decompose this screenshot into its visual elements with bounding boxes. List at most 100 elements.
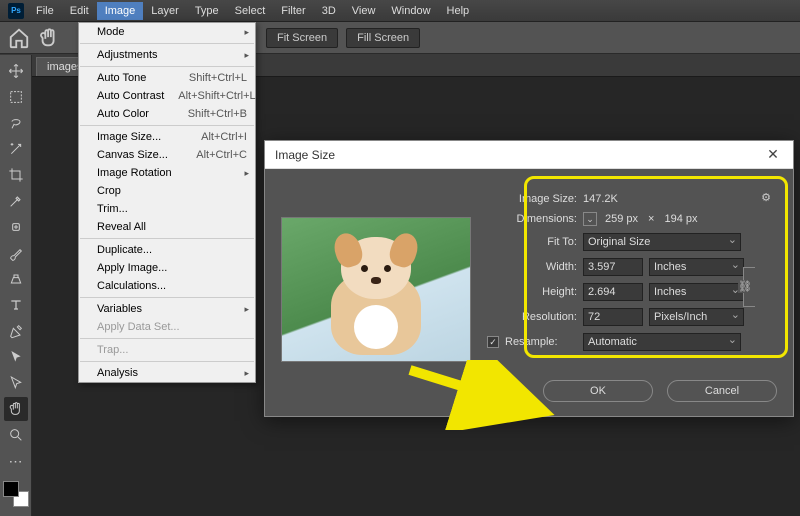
- path-select-tool[interactable]: [4, 345, 28, 369]
- dimensions-width: 259 px: [605, 213, 638, 225]
- menu-separator: [80, 361, 254, 362]
- resample-select[interactable]: Automatic: [583, 333, 741, 351]
- menu-item-auto-tone[interactable]: Auto Tone Shift+Ctrl+L: [79, 69, 255, 87]
- menu-image[interactable]: Image: [97, 2, 144, 20]
- fill-screen-button[interactable]: Fill Screen: [346, 28, 420, 48]
- image-preview: [281, 217, 471, 362]
- menu-item-adjustments[interactable]: Adjustments: [79, 46, 255, 64]
- resolution-label: Resolution:: [487, 311, 577, 323]
- menu-item-auto-contrast[interactable]: Auto ContrastAlt+Shift+Ctrl+L: [79, 87, 255, 105]
- direct-select-tool[interactable]: [4, 371, 28, 395]
- zoom-tool[interactable]: [4, 423, 28, 447]
- menu-item-label: Image Size...: [97, 131, 161, 143]
- brush-tool[interactable]: [4, 241, 28, 265]
- menu-item-shortcut: Shift+Ctrl+L: [175, 72, 247, 84]
- menu-window[interactable]: Window: [383, 2, 438, 20]
- menu-filter[interactable]: Filter: [273, 2, 313, 20]
- menu-item-mode[interactable]: Mode: [79, 23, 255, 41]
- menu-item-crop[interactable]: Crop: [79, 182, 255, 200]
- menu-item-calculations[interactable]: Calculations...: [79, 277, 255, 295]
- menu-item-duplicate[interactable]: Duplicate...: [79, 241, 255, 259]
- close-icon[interactable]: ✕: [763, 146, 783, 163]
- menu-separator: [80, 125, 254, 126]
- menu-select[interactable]: Select: [227, 2, 274, 20]
- menu-item-shortcut: Shift+Ctrl+B: [174, 108, 247, 120]
- dimensions-times: ×: [648, 213, 654, 225]
- menu-item-label: Analysis: [97, 367, 138, 379]
- crop-tool[interactable]: [4, 163, 28, 187]
- cancel-button[interactable]: Cancel: [667, 380, 777, 402]
- width-input[interactable]: [583, 258, 643, 276]
- menu-help[interactable]: Help: [439, 2, 478, 20]
- menu-item-shortcut: Alt+Ctrl+C: [182, 149, 247, 161]
- dialog-title: Image Size: [275, 148, 335, 162]
- menu-item-auto-color[interactable]: Auto ColorShift+Ctrl+B: [79, 105, 255, 123]
- menu-item-label: Mode: [97, 26, 125, 38]
- menu-separator: [80, 43, 254, 44]
- pen-tool[interactable]: [4, 319, 28, 343]
- dimensions-label: Dimensions:: [487, 213, 577, 225]
- menu-item-label: Apply Image...: [97, 262, 167, 274]
- menu-item-label: Variables: [97, 303, 142, 315]
- menu-item-reveal-all[interactable]: Reveal All: [79, 218, 255, 236]
- color-swatches[interactable]: [3, 481, 29, 507]
- menu-separator: [80, 297, 254, 298]
- fit-to-label: Fit To:: [487, 236, 577, 248]
- edit-toolbar[interactable]: ⋯: [4, 449, 28, 473]
- resample-checkbox[interactable]: [487, 336, 499, 348]
- fit-to-select[interactable]: Original Size: [583, 233, 741, 251]
- gear-icon[interactable]: ⚙: [761, 191, 771, 204]
- menu-item-label: Reveal All: [97, 221, 146, 233]
- home-icon[interactable]: [8, 27, 30, 49]
- hand-tool-icon[interactable]: [38, 27, 60, 49]
- fit-screen-button[interactable]: Fit Screen: [266, 28, 338, 48]
- menu-edit[interactable]: Edit: [62, 2, 97, 20]
- clone-stamp-tool[interactable]: [4, 267, 28, 291]
- magic-wand-tool[interactable]: [4, 137, 28, 161]
- foreground-color-swatch[interactable]: [3, 481, 19, 497]
- tools-panel: ⋯: [0, 55, 32, 516]
- ok-button[interactable]: OK: [543, 380, 653, 402]
- hand-tool[interactable]: [4, 397, 28, 421]
- menu-item-image-size[interactable]: Image Size...Alt+Ctrl+I: [79, 128, 255, 146]
- height-unit-select[interactable]: Inches: [649, 283, 744, 301]
- menu-item-variables[interactable]: Variables: [79, 300, 255, 318]
- image-size-value: 147.2K: [583, 193, 618, 205]
- menu-item-image-rotation[interactable]: Image Rotation: [79, 164, 255, 182]
- dialog-titlebar[interactable]: Image Size ✕: [265, 141, 793, 169]
- dimensions-height: 194 px: [664, 213, 697, 225]
- dimensions-unit-icon[interactable]: ⌄: [583, 212, 597, 226]
- width-label: Width:: [505, 261, 577, 273]
- lasso-tool[interactable]: [4, 111, 28, 135]
- resolution-input[interactable]: [583, 308, 643, 326]
- menu-item-analysis[interactable]: Analysis: [79, 364, 255, 382]
- menu-view[interactable]: View: [344, 2, 384, 20]
- menu-item-canvas-size[interactable]: Canvas Size... Alt+Ctrl+C: [79, 146, 255, 164]
- link-dimensions-icon[interactable]: [743, 267, 755, 307]
- menu-item-trim[interactable]: Trim...: [79, 200, 255, 218]
- type-tool[interactable]: [4, 293, 28, 317]
- menu-item-label: Crop: [97, 185, 121, 197]
- menu-type[interactable]: Type: [187, 2, 227, 20]
- menu-item-label: Auto Tone: [97, 72, 146, 84]
- menu-separator: [80, 238, 254, 239]
- menu-item-label: Canvas Size...: [97, 149, 168, 161]
- menu-item-label: Duplicate...: [97, 244, 152, 256]
- eyedropper-tool[interactable]: [4, 189, 28, 213]
- menu-3d[interactable]: 3D: [314, 2, 344, 20]
- menu-file[interactable]: File: [28, 2, 62, 20]
- resolution-unit-select[interactable]: Pixels/Inch: [649, 308, 744, 326]
- menu-item-apply-image[interactable]: Apply Image...: [79, 259, 255, 277]
- menu-item-label: Auto Contrast: [97, 90, 164, 102]
- menu-item-label: Adjustments: [97, 49, 158, 61]
- menu-separator: [80, 66, 254, 67]
- width-unit-select[interactable]: Inches: [649, 258, 744, 276]
- menu-item-label: Trap...: [97, 344, 128, 356]
- menu-layer[interactable]: Layer: [143, 2, 187, 20]
- move-tool[interactable]: [4, 59, 28, 83]
- dialog-footer: OK Cancel: [265, 374, 793, 416]
- menu-item-trap: Trap...: [79, 341, 255, 359]
- healing-brush-tool[interactable]: [4, 215, 28, 239]
- marquee-tool[interactable]: [4, 85, 28, 109]
- height-input[interactable]: [583, 283, 643, 301]
